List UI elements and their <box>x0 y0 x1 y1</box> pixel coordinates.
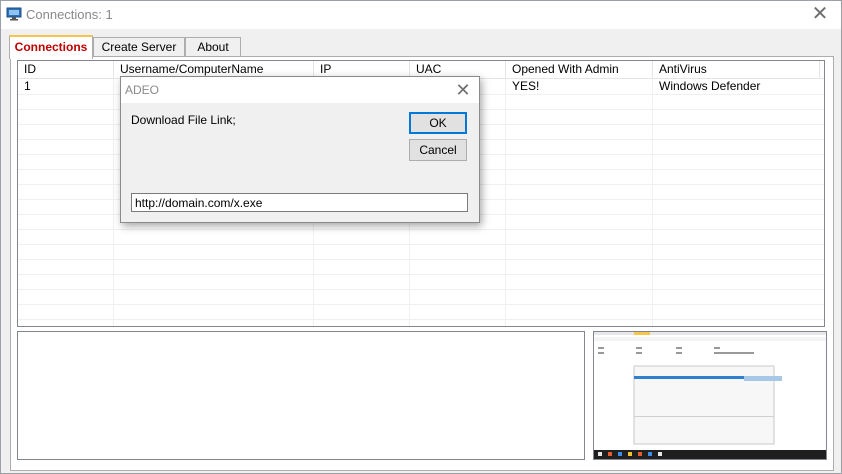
grid-line-horizontal <box>18 229 824 230</box>
grid-line-horizontal <box>18 274 824 275</box>
grid-line-vertical <box>113 79 114 326</box>
title-bar[interactable]: Connections: 1 ✕ <box>1 1 841 29</box>
dialog-title-bar[interactable]: ADEO ✕ <box>121 77 479 103</box>
tab-create-server[interactable]: Create Server <box>93 37 185 57</box>
cell-antivirus: Windows Defender <box>659 79 761 93</box>
column-header-opened-with-admin[interactable]: Opened With Admin <box>506 61 653 78</box>
tab-about[interactable]: About <box>185 37 241 57</box>
ok-button[interactable]: OK <box>409 112 467 134</box>
download-url-input[interactable] <box>131 193 468 212</box>
grid-line-vertical <box>505 79 506 326</box>
tab-connections[interactable]: Connections <box>9 35 93 59</box>
screen-thumbnail-icon <box>594 332 826 459</box>
monitor-icon <box>6 7 22 21</box>
dialog-close-icon[interactable]: ✕ <box>453 80 473 100</box>
close-icon[interactable]: ✕ <box>803 4 837 26</box>
cell-opened-with-admin: YES! <box>512 79 540 93</box>
download-dialog: ADEO ✕ Download File Link; OK Cancel <box>120 76 480 223</box>
grid-line-horizontal <box>18 244 824 245</box>
grid-line-horizontal <box>18 259 824 260</box>
grid-line-horizontal <box>18 304 824 305</box>
cancel-button[interactable]: Cancel <box>409 139 467 161</box>
dialog-title: ADEO <box>125 83 160 97</box>
main-window: Connections: 1 ✕ Connections Create Serv… <box>0 0 842 474</box>
grid-line-horizontal <box>18 319 824 320</box>
grid-line-vertical <box>652 79 653 326</box>
column-header-antivirus[interactable]: AntiVirus <box>653 61 820 78</box>
log-textbox[interactable] <box>17 331 585 460</box>
window-title: Connections: 1 <box>26 7 113 22</box>
grid-line-horizontal <box>18 289 824 290</box>
dialog-prompt-label: Download File Link; <box>131 113 236 127</box>
column-header-id[interactable]: ID <box>18 61 114 78</box>
cell-id: 1 <box>24 79 31 93</box>
screen-preview[interactable] <box>593 331 827 460</box>
